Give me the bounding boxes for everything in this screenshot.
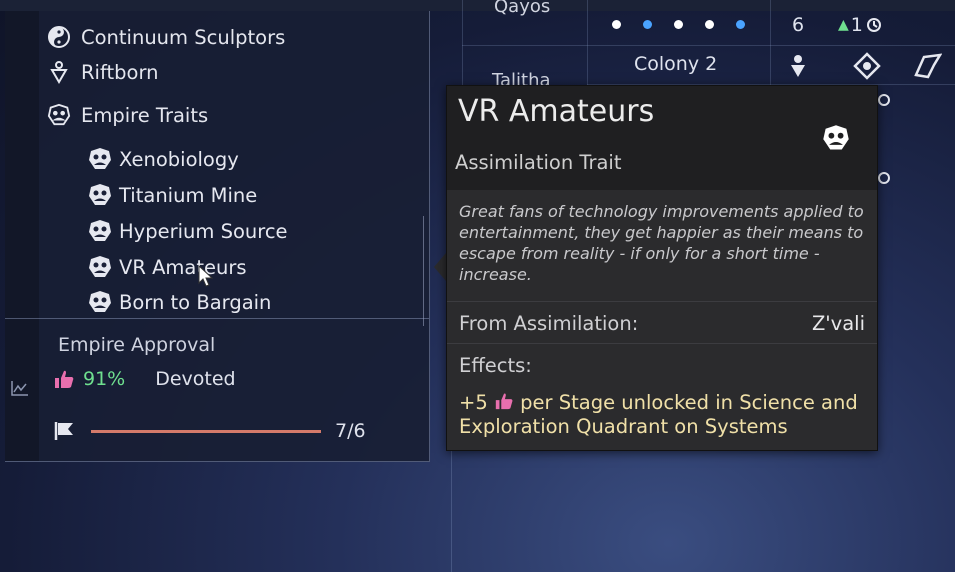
empire-traits-icon — [47, 103, 71, 127]
trait-icon — [89, 148, 111, 169]
tooltip-source-label: From Assimilation: — [459, 312, 639, 335]
growth-indicator: ▲ 1 — [838, 14, 883, 36]
population-dot — [705, 20, 714, 29]
faction-label: Continuum Sculptors — [81, 25, 286, 49]
colony-label: Colony 2 — [634, 53, 718, 75]
trait-label: Hyperium Source — [119, 219, 288, 243]
tooltip-divider — [447, 343, 877, 344]
approval-percent: 91% — [83, 368, 126, 390]
trait-label: VR Amateurs — [119, 255, 247, 279]
yin-yang-icon — [47, 25, 71, 49]
up-arrow-icon: ▲ — [838, 17, 849, 33]
thumbs-up-icon — [495, 393, 513, 410]
population-dot — [612, 20, 621, 29]
faction-item[interactable]: Riftborn — [47, 60, 158, 84]
thumbs-up-icon — [55, 370, 74, 388]
trait-item-vr-amateurs[interactable]: VR Amateurs — [87, 254, 247, 280]
divider-line — [451, 440, 452, 572]
traits-header[interactable]: Empire Traits — [47, 103, 208, 127]
trait-tooltip: VR Amateurs Assimilation Trait Great fan… — [446, 85, 878, 451]
approval-status: 91% Devoted — [53, 368, 236, 390]
population-dots — [612, 20, 745, 29]
approval-progress: 7/6 — [53, 420, 366, 442]
tooltip-arrow — [434, 253, 446, 281]
trait-icon — [89, 256, 111, 277]
tooltip-effects-label: Effects: — [459, 354, 532, 377]
population-dot — [674, 20, 683, 29]
traits-header-label: Empire Traits — [81, 103, 209, 127]
riftborn-icon — [47, 60, 71, 84]
cycle-icon — [878, 172, 890, 184]
mouse-cursor-icon — [198, 264, 214, 287]
tooltip-source-value: Z'vali — [811, 312, 865, 335]
population-count: 6 — [792, 14, 805, 36]
flag-icon — [54, 422, 73, 440]
trait-label: Xenobiology — [119, 147, 239, 171]
trait-label: Born to Bargain — [119, 290, 272, 314]
tooltip-subtitle: Assimilation Trait — [455, 151, 622, 174]
population-dot — [736, 20, 745, 29]
scrollbar[interactable] — [423, 216, 424, 326]
target-icon[interactable] — [853, 52, 881, 80]
section-divider — [5, 318, 429, 319]
trait-item-hyperium-source[interactable]: Hyperium Source — [87, 218, 288, 244]
population-dot — [643, 20, 652, 29]
tooltip-divider — [447, 301, 877, 302]
approval-progress-text: 7/6 — [335, 420, 366, 442]
approval-state: Devoted — [155, 368, 236, 390]
pin-icon[interactable] — [788, 53, 808, 79]
trait-item-titanium-mine[interactable]: Titanium Mine — [87, 182, 257, 208]
top-bar — [0, 0, 955, 11]
faction-item[interactable]: Continuum Sculptors — [47, 25, 285, 49]
planet-name[interactable]: Qayos — [494, 0, 550, 17]
approval-progress-bar — [91, 429, 321, 433]
ship-icon[interactable] — [914, 53, 942, 79]
cycle-icon — [878, 94, 890, 106]
trait-item-born-to-bargain[interactable]: Born to Bargain — [87, 289, 271, 315]
table-row-divider — [462, 45, 955, 46]
tooltip-effect: +5 per Stage unlocked in Science and Exp… — [459, 391, 871, 439]
trait-icon — [89, 220, 111, 241]
trait-icon — [89, 291, 111, 312]
cycle-icon — [866, 18, 881, 32]
growth-value: 1 — [850, 14, 863, 36]
chart-icon[interactable] — [11, 380, 29, 396]
effect-amount: +5 — [459, 391, 488, 414]
trait-icon — [823, 125, 849, 150]
approval-title: Empire Approval — [58, 334, 216, 356]
empire-panel: Continuum Sculptors Riftborn Empire Trai… — [5, 11, 430, 462]
trait-label: Titanium Mine — [119, 183, 258, 207]
trait-icon — [89, 184, 111, 205]
approval-progress-fill — [91, 429, 321, 433]
faction-label: Riftborn — [81, 60, 159, 84]
tooltip-title: VR Amateurs — [458, 94, 655, 129]
trait-item-xenobiology[interactable]: Xenobiology — [87, 146, 239, 172]
tooltip-description: Great fans of technology improvements ap… — [459, 202, 864, 284]
effect-text: per Stage unlocked in Science and Explor… — [459, 391, 858, 438]
tooltip-header: VR Amateurs Assimilation Trait — [447, 86, 877, 190]
